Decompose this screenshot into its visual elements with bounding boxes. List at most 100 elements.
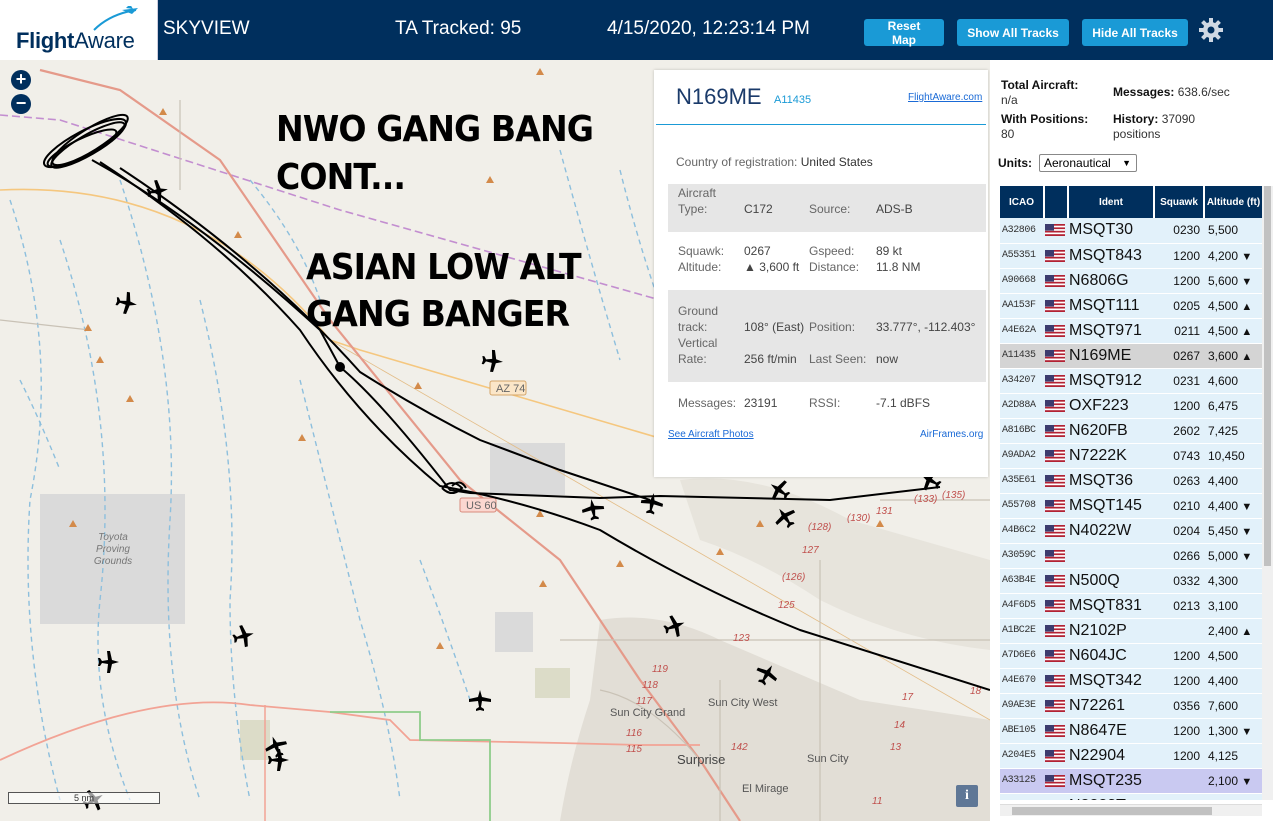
cell-ident: MSQT111 [1068,293,1154,319]
messages-rate-label: Messages: [1113,85,1175,99]
flightaware-link[interactable]: FlightAware.com [908,92,982,103]
aircraft-table: ICAO Ident Squawk Altitude (ft) A32806 MS… [1000,186,1262,800]
aircraft-photos-link[interactable]: See Aircraft Photos [668,429,754,440]
altitude-value: 5,000 [1208,548,1239,563]
road-label-125: 125 [778,600,795,611]
us-flag-icon [1044,693,1068,719]
altitude-value: 4,400 [1208,498,1239,513]
horizontal-scroll-thumb[interactable] [1012,807,1212,815]
table-row[interactable]: A204E5 N22904 1200 4,125 [1000,743,1262,769]
table-row[interactable]: A37D01 N2223T12001,800 ▼ [1000,793,1262,800]
altitude-value: 5,500 [1208,223,1239,238]
aircraft-table-wrap[interactable]: ICAO Ident Squawk Altitude (ft) A32806 MS… [1000,186,1262,800]
cell-icao: A35E61 [1000,468,1044,494]
cell-icao: A34207 [1000,368,1044,394]
zoom-in-button[interactable]: + [11,70,31,90]
table-horizontal-scrollbar[interactable] [1000,804,1262,816]
source-label: Source: [809,202,851,216]
ground-track-value: 108° (East) [744,320,805,334]
table-row[interactable]: A1BC2E N2102P 2,400 ▲ [1000,618,1262,644]
cell-squawk: 0266 [1154,543,1204,569]
table-row[interactable]: A33125 MSQT235 2,100 ▼ [1000,768,1262,794]
selected-aircraft-marker[interactable] [335,362,345,372]
gear-icon[interactable] [1198,17,1224,43]
altitude-value: 2,400 [1208,623,1239,638]
table-row[interactable]: A4E62A MSQT971 0211 4,500 ▲ [1000,318,1262,344]
table-row[interactable]: A4E670 MSQT342 1200 4,400 [1000,668,1262,694]
table-row[interactable]: A35E61 MSQT36 0263 4,400 [1000,468,1262,494]
units-select[interactable]: Aeronautical ▼ [1039,154,1137,172]
altitude-trend-icon: ▲ [1241,350,1253,363]
cell-ident: N22904 [1068,743,1154,769]
hide-all-tracks-button[interactable]: Hide All Tracks [1082,19,1188,46]
table-vertical-scrollbar[interactable] [1262,186,1273,800]
show-all-tracks-button[interactable]: Show All Tracks [957,19,1069,46]
road-label-13: 13 [890,742,902,753]
cell-altitude: 5,000 ▼ [1204,543,1262,569]
place-label-sun-city-grand: Sun City Grand [610,707,685,719]
altitude-trend-icon: ▼ [1241,275,1253,288]
cell-ident: MSQT342 [1068,668,1154,694]
col-header-flag[interactable] [1044,186,1069,218]
cell-squawk: 0213 [1154,593,1204,619]
position-label: Position: [809,320,856,334]
us-flag-icon [1044,718,1068,744]
distance-value: 11.8 NM [876,260,921,274]
table-row[interactable]: A9AE3E N72261 0356 7,600 [1000,693,1262,719]
table-row[interactable]: AA153F MSQT111 0205 4,500 ▲ [1000,293,1262,319]
table-row[interactable]: A11435 N169ME 0267 3,600 ▲ [1000,343,1262,369]
table-row[interactable]: A34207 MSQT912 0231 4,600 [1000,368,1262,394]
cell-ident: N6806G [1068,268,1154,294]
cell-altitude: 7,425 [1204,418,1262,444]
col-header-icao[interactable]: ICAO [1000,186,1045,218]
road-label-115: 115 [626,744,642,755]
cell-squawk: 0211 [1154,318,1204,344]
total-aircraft-label-text: Total Aircraft: [1001,78,1079,92]
table-row[interactable]: A90668 N6806G 1200 5,600 ▼ [1000,268,1262,294]
cell-altitude: 2,400 ▲ [1204,618,1262,644]
airframes-link[interactable]: AirFrames.org [920,429,983,440]
table-row[interactable]: A7D6E6 N604JC 1200 4,500 [1000,643,1262,669]
table-row[interactable]: A4F6D5 MSQT831 0213 3,100 [1000,593,1262,619]
current-datetime: 4/15/2020, 12:23:14 PM [607,18,810,39]
altitude-value: 3,600 [1208,348,1239,363]
chevron-down-icon: ▼ [1122,158,1131,168]
table-row[interactable]: A55708 MSQT145 0210 4,400 ▼ [1000,493,1262,519]
cell-icao: A63B4E [1000,568,1044,594]
table-row[interactable]: A3059C 0266 5,000 ▼ [1000,543,1262,569]
aircraft-table-body: A32806 MSQT30 0230 5,500 A55351 MSQT843 1200 4… [1000,218,1262,800]
altitude-trend-icon: ▼ [1241,725,1253,738]
table-row[interactable]: A55351 MSQT843 1200 4,200 ▼ [1000,243,1262,269]
info-icon[interactable]: i [956,785,978,807]
history-value: 37090 [1161,112,1196,126]
table-row[interactable]: A9ADA2 N7222K 0743 10,450 [1000,443,1262,469]
cell-ident: MSQT145 [1068,493,1154,519]
detail-block-squawk: Squawk: 0267 Gspeed: 89 kt Altitude: ▲ 3… [668,238,986,282]
table-row[interactable]: A32806 MSQT30 0230 5,500 [1000,218,1262,244]
cell-squawk: 0267 [1154,343,1204,369]
altitude-trend-icon: ▲ [1241,325,1253,338]
table-row[interactable]: A4B6C2 N4022W 0204 5,450 ▼ [1000,518,1262,544]
altitude-value: 4,500 [1208,298,1239,313]
col-header-ident[interactable]: Ident [1068,186,1155,218]
table-row[interactable]: A816BC N620FB 2602 7,425 [1000,418,1262,444]
reset-map-button[interactable]: Reset Map [864,19,944,47]
vertical-scroll-thumb[interactable] [1264,186,1271,566]
road-label-127: 127 [802,545,819,556]
cell-altitude: 4,400 [1204,668,1262,694]
col-header-altitude[interactable]: Altitude (ft) [1204,186,1262,218]
road-label-17: 17 [902,692,914,703]
zoom-out-button[interactable]: − [11,94,31,114]
col-header-squawk[interactable]: Squawk [1154,186,1205,218]
us-flag-icon [1044,293,1068,319]
table-row[interactable]: A2D88A OXF223 1200 6,475 [1000,393,1262,419]
detail-block-messages: Messages: 23191 RSSI: -7.1 dBFS [668,388,986,416]
tracked-count: TA Tracked: 95 [395,18,522,39]
altitude-value: 4,500 [1208,648,1239,663]
cell-squawk: 0231 [1154,368,1204,394]
table-row[interactable]: ABE105 N8647E 1200 1,300 ▼ [1000,718,1262,744]
altitude-value: 7,600 [1208,698,1239,713]
cell-icao: A4E670 [1000,668,1044,694]
table-row[interactable]: A63B4E N500Q 0332 4,300 [1000,568,1262,594]
flightaware-logo[interactable]: FlightAware [0,0,158,60]
